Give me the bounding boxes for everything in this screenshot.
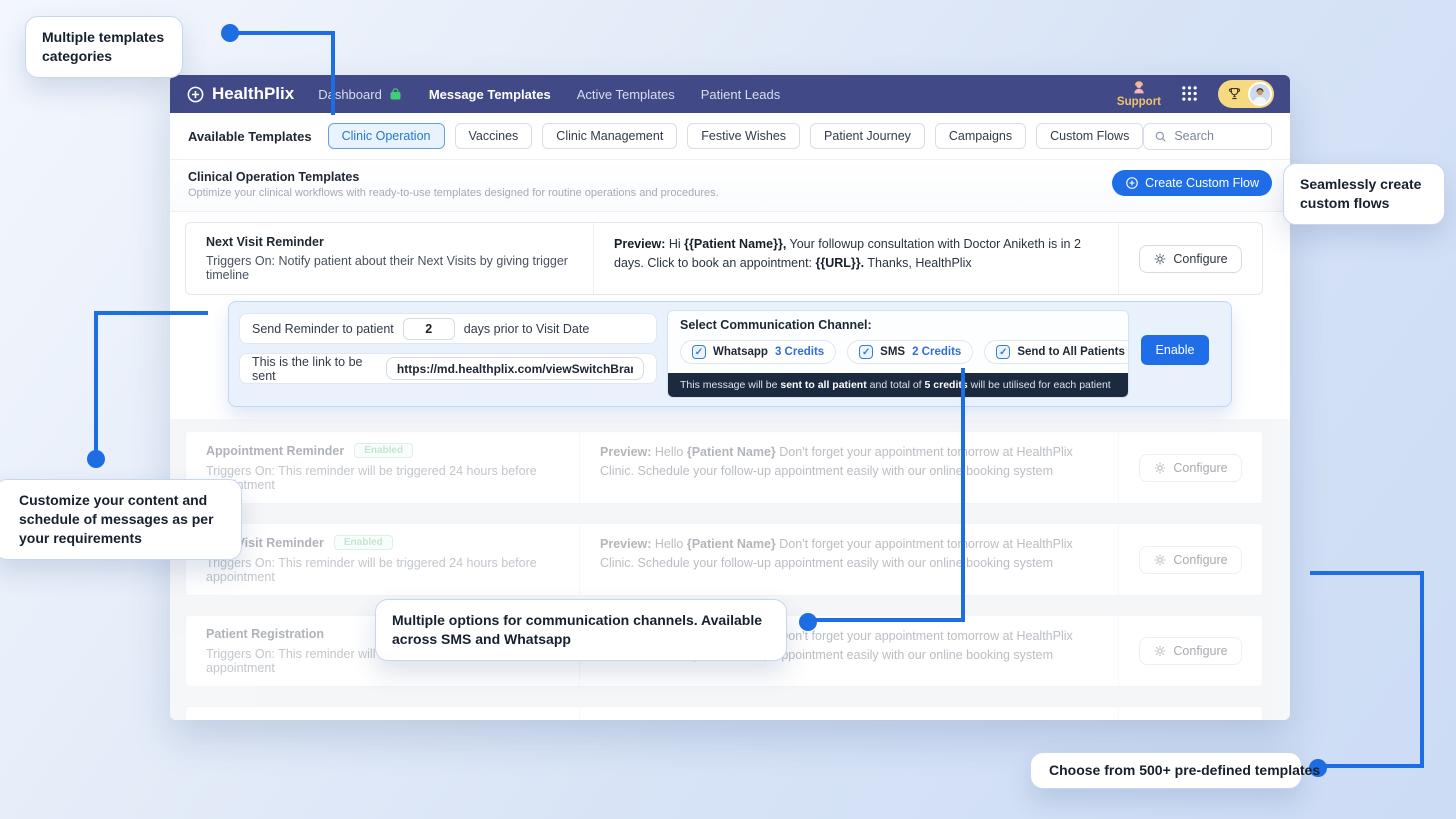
connector-line [331,31,335,115]
enable-button[interactable]: Enable [1140,335,1210,365]
link-label: This is the link to be sent [252,354,363,383]
channel-title: Select Communication Channel: [680,318,872,332]
communication-channel-box: Select Communication Channel: Whatsapp 3… [667,310,1129,398]
gear-icon [1155,554,1166,565]
channel-send-all[interactable]: Send to All Patients [984,340,1128,364]
connector-line [230,31,335,35]
connector-line [94,311,208,315]
connector-line [961,368,965,622]
apps-grid-icon[interactable] [1181,85,1198,102]
top-navbar: HealthPlix Dashboard Message Templates A… [170,75,1290,113]
configure-button[interactable]: Configure [1139,545,1242,574]
callout-communication-channels: Multiple options for communication chann… [375,599,787,661]
channel-whatsapp[interactable]: Whatsapp 3 Credits [680,340,837,364]
connector-line [1420,571,1424,768]
search-input[interactable] [1174,129,1261,143]
row-preview: Preview: Hello {Patient Name} Don't forg… [580,707,1119,720]
primary-nav: Dashboard Message Templates Active Templ… [318,87,780,102]
callout-templates-categories: Multiple templates categories [25,16,183,78]
reminder-prefix-label: Send Reminder to patient [252,321,394,336]
connector-dot [87,450,105,468]
connector-line [94,311,98,461]
row-title: RX [206,718,223,720]
support-label: Support [1116,95,1161,108]
credits-notice-bar: This message will be sent to all patient… [668,373,1128,397]
enabled-badge: Enabled [333,535,393,550]
link-input[interactable] [385,357,644,380]
row-title: Appointment Reminder [206,443,345,458]
reminder-days-row: Send Reminder to patient days prior to V… [239,313,657,344]
tab-festive-wishes[interactable]: Festive Wishes [687,123,801,149]
template-row-appointment-reminder: Appointment Reminder Enabled Triggers On:… [185,431,1263,504]
dashboard-bag-icon [390,87,401,99]
tab-custom-flows[interactable]: Custom Flows [1036,123,1144,149]
row-triggers: Triggers On: This reminder will be trigg… [206,464,537,492]
template-card-next-visit-reminder: Next Visit Reminder Triggers On: Notify … [185,222,1263,295]
search-icon [1156,131,1166,141]
sms-checkbox-icon[interactable] [859,345,874,359]
tab-clinic-management[interactable]: Clinic Management [542,123,678,149]
nav-message-templates[interactable]: Message Templates [429,87,551,102]
days-prior-input[interactable] [402,317,455,340]
template-triggers: Triggers On: Notify patient about their … [206,254,568,282]
search-box [1143,122,1272,150]
screenshot-canvas: HealthPlix Dashboard Message Templates A… [0,0,1456,819]
support-button[interactable]: Support [1117,80,1161,109]
navbar-right: Support [1117,79,1274,109]
brand-name: HealthPlix [212,84,295,103]
gear-icon [1155,645,1166,657]
channel-sms[interactable]: SMS 2 Credits [847,340,974,364]
template-category-bar: Available Templates Clinic Operation Vac… [170,113,1290,160]
whatsapp-checkbox-icon[interactable] [692,345,706,359]
support-headset-icon [1134,80,1144,94]
tab-clinic-operation[interactable]: Clinic Operation [327,123,445,149]
link-row: This is the link to be sent [239,353,657,384]
row-preview: Preview: Hello {Patient Name} Don't forg… [580,524,1119,595]
brand-circle-icon [187,86,204,102]
callout-predefined-templates: Choose from 500+ pre-defined templates [1030,752,1320,789]
section-header: Clinical Operation Templates Optimize yo… [170,160,1290,212]
send-all-checkbox-icon[interactable] [996,345,1011,359]
profile-pill[interactable] [1218,79,1274,108]
gear-icon [1155,253,1166,264]
user-avatar [1248,81,1272,106]
callout-customize-content: Customize your content and schedule of m… [0,479,242,560]
nav-patient-leads[interactable]: Patient Leads [701,87,781,102]
template-config-panel: Send Reminder to patient days prior to V… [228,301,1232,407]
section-title: Clinical Operation Templates [188,170,360,184]
plus-circle-icon [1126,177,1138,189]
section-subtitle: Optimize your clinical workflows with re… [188,187,719,199]
configure-button[interactable]: Configure [1139,453,1242,482]
healthplix-logo[interactable]: HealthPlix [186,84,294,104]
connector-dot [799,613,817,631]
connector-line [1318,764,1424,768]
template-row-next-visit-reminder: Next Visit Reminder Enabled Triggers On: … [185,523,1263,596]
connector-line [1310,571,1424,575]
row-title: Patient Registration [206,627,325,641]
template-preview: Preview: Hi {{Patient Name}}, Your follo… [594,223,1119,294]
configure-button[interactable]: Configure [1139,244,1242,273]
category-pills: Clinic Operation Vaccines Clinic Managem… [327,123,1144,149]
configure-button[interactable]: Configure [1139,637,1242,665]
connector-dot [221,24,239,42]
row-preview: Preview: Hello {Patient Name} Don't forg… [580,432,1119,503]
tab-campaigns[interactable]: Campaigns [934,123,1027,149]
available-templates-label: Available Templates [188,128,312,144]
connector-line [808,618,965,622]
template-row-rx: RX Triggers On: This reminder will be tr… [185,706,1263,720]
tab-vaccines[interactable]: Vaccines [454,123,533,149]
callout-custom-flows: Seamlessly create custom flows [1283,163,1445,225]
reminder-suffix-label: days prior to Visit Date [463,321,590,336]
row-triggers: Triggers On: This reminder will be trigg… [206,556,537,584]
nav-active-templates[interactable]: Active Templates [577,87,675,102]
faded-template-list: Appointment Reminder Enabled Triggers On:… [170,419,1290,720]
gear-icon [1155,462,1166,473]
tab-patient-journey[interactable]: Patient Journey [810,123,925,149]
create-custom-flow-button[interactable]: Create Custom Flow [1112,170,1272,196]
trophy-icon [1227,86,1242,101]
template-title: Next Visit Reminder [206,235,324,249]
enabled-badge: Enabled [354,443,414,458]
